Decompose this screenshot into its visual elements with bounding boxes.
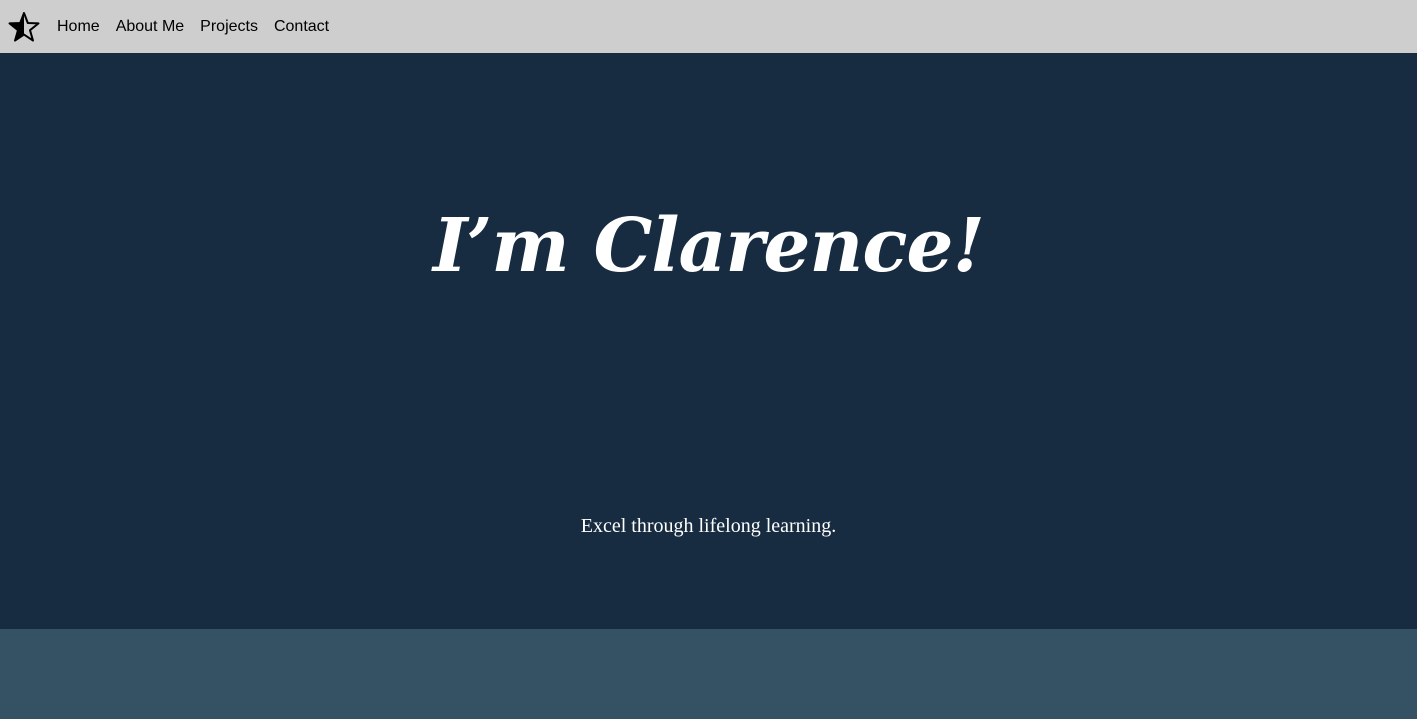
hero-title: I’m Clarence!: [433, 203, 985, 289]
hero-section: I’m Clarence! Excel through lifelong lea…: [0, 53, 1417, 629]
home-logo-link[interactable]: [7, 10, 41, 44]
nav-link-projects[interactable]: Projects: [200, 17, 258, 37]
nav-link-home[interactable]: Home: [57, 17, 100, 37]
hero-tagline: Excel through lifelong learning.: [580, 515, 837, 537]
star-half-filled-icon: [8, 11, 40, 42]
nav-link-about-me[interactable]: About Me: [116, 17, 184, 37]
navbar: Home About Me Projects Contact: [0, 0, 1417, 53]
next-section: [0, 629, 1417, 719]
nav-link-contact[interactable]: Contact: [274, 17, 329, 37]
primary-nav: Home About Me Projects Contact: [57, 17, 345, 37]
